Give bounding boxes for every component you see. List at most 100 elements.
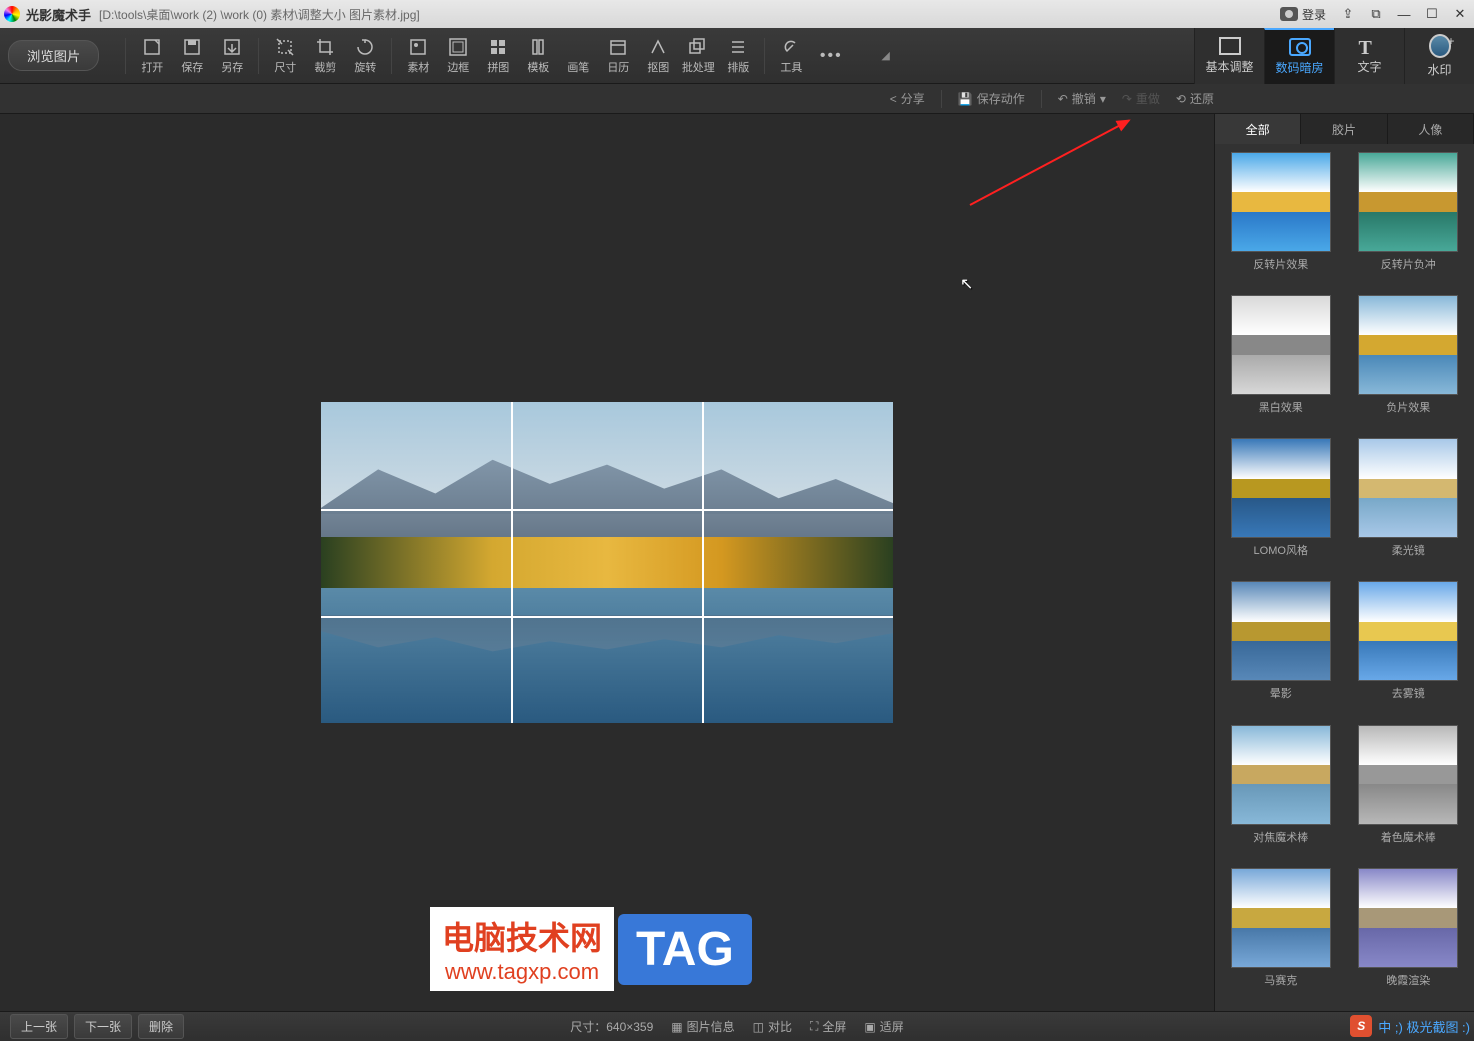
compare-icon: ◫ (753, 1020, 764, 1034)
separator (125, 38, 126, 74)
pin-button[interactable]: ⇪ (1334, 4, 1362, 24)
batch-icon (688, 37, 708, 57)
minimize-button[interactable]: — (1390, 4, 1418, 24)
filter-item-colorize[interactable]: 着色魔术棒 (1351, 725, 1467, 860)
filter-tab-film[interactable]: 胶片 (1301, 114, 1387, 144)
redo-icon: ↷ (1122, 92, 1132, 106)
more-button[interactable]: ••• (811, 32, 851, 80)
crop-icon (315, 37, 335, 57)
restore-down-button[interactable]: ⧉ (1362, 4, 1390, 24)
filter-item-lomo[interactable]: LOMO风格 (1223, 438, 1339, 573)
redo-button: ↷重做 (1122, 90, 1160, 107)
next-image-button[interactable]: 下一张 (74, 1014, 132, 1039)
open-button[interactable]: 打开 (132, 32, 172, 80)
image-dimensions: 尺寸：640×359 (570, 1018, 653, 1035)
filter-item-vivid[interactable]: 反转片效果 (1223, 152, 1339, 287)
filter-item-focus[interactable]: 对焦魔术棒 (1223, 725, 1339, 860)
material-button[interactable]: 素材 (398, 32, 438, 80)
filter-thumbnail (1358, 152, 1458, 252)
filter-item-bw[interactable]: 黑白效果 (1223, 295, 1339, 430)
restore-icon: ⟲ (1176, 92, 1186, 106)
watermark-overlay: 电脑技术网 www.tagxp.com TAG (430, 907, 752, 991)
filter-label: 对焦魔术棒 (1253, 829, 1308, 845)
text-tab[interactable]: T 文字 (1334, 28, 1404, 84)
layout-button[interactable]: 排版 (718, 32, 758, 80)
resize-button[interactable]: 尺寸 (265, 32, 305, 80)
brush-button[interactable]: 画笔 (558, 32, 598, 80)
adjust-icon (1219, 37, 1241, 55)
filter-thumbnail (1231, 868, 1331, 968)
prev-image-button[interactable]: 上一张 (10, 1014, 68, 1039)
watermark-tab[interactable]: 水印 (1404, 28, 1474, 84)
open-icon (142, 37, 162, 57)
text-icon: T (1359, 37, 1381, 55)
browse-images-button[interactable]: 浏览图片 (8, 40, 99, 71)
cutout-button[interactable]: 抠图 (638, 32, 678, 80)
basic-adjust-tab[interactable]: 基本调整 (1194, 28, 1264, 84)
separator (764, 38, 765, 74)
filter-item-dehaze[interactable]: 去雾镜 (1351, 581, 1467, 716)
more-icon: ••• (820, 47, 843, 65)
fullscreen-button[interactable]: ⛶全屏 (810, 1018, 846, 1035)
collage-button[interactable]: 拼图 (478, 32, 518, 80)
save-action-button[interactable]: 💾保存动作 (958, 90, 1025, 107)
filter-item-neg[interactable]: 负片效果 (1351, 295, 1467, 430)
disk-icon: 💾 (958, 92, 973, 106)
login-button[interactable]: 登录 (1272, 6, 1334, 23)
crop-button[interactable]: 裁剪 (305, 32, 345, 80)
main-image[interactable] (321, 402, 893, 723)
undo-button[interactable]: ↶撤销 ▾ (1058, 90, 1106, 107)
batch-button[interactable]: 批处理 (678, 32, 718, 80)
canvas-area[interactable]: ↖ 电脑技术网 www.tagxp.com TAG (0, 114, 1214, 1011)
tools-button[interactable]: 工具 (771, 32, 811, 80)
wrench-icon (781, 37, 801, 57)
cutout-icon (648, 37, 668, 57)
digital-darkroom-tab[interactable]: 数码暗房 (1264, 28, 1334, 84)
filter-thumbnail (1358, 868, 1458, 968)
material-icon (408, 37, 428, 57)
filter-item-soft[interactable]: 柔光镜 (1351, 438, 1467, 573)
compare-button[interactable]: ◫对比 (753, 1018, 792, 1035)
share-button[interactable]: <分享 (890, 90, 925, 107)
filter-tab-all[interactable]: 全部 (1215, 114, 1301, 144)
filter-item-cross[interactable]: 反转片负冲 (1351, 152, 1467, 287)
maximize-button[interactable]: ☐ (1418, 4, 1446, 24)
filter-label: 去雾镜 (1392, 685, 1425, 701)
delete-button[interactable]: 删除 (138, 1014, 184, 1039)
watermark-icon (1429, 34, 1451, 58)
filter-item-mosaic[interactable]: 马赛克 (1223, 868, 1339, 1003)
filter-tab-portrait[interactable]: 人像 (1388, 114, 1474, 144)
restore-button[interactable]: ⟲还原 (1176, 90, 1214, 107)
border-button[interactable]: 边框 (438, 32, 478, 80)
template-icon (528, 37, 548, 57)
resize-icon (275, 37, 295, 57)
rotate-button[interactable]: 旋转 (345, 32, 385, 80)
close-button[interactable]: ✕ (1446, 4, 1474, 24)
ime-indicator: S 中 ;) 极光截图 :) (1350, 1015, 1470, 1037)
filter-thumbnail (1358, 438, 1458, 538)
layout-icon (728, 37, 748, 57)
expand-icon[interactable]: ◢ (881, 49, 889, 62)
template-button[interactable]: 模板 (518, 32, 558, 80)
login-label: 登录 (1302, 6, 1326, 23)
save-icon (182, 37, 202, 57)
filter-item-sunset[interactable]: 晚霞渲染 (1351, 868, 1467, 1003)
calendar-button[interactable]: 日历 (598, 32, 638, 80)
undo-icon: ↶ (1058, 92, 1068, 106)
status-bar: 上一张 下一张 删除 尺寸：640×359 ▦图片信息 ◫对比 ⛶全屏 ▣适屏 (0, 1011, 1474, 1041)
fullscreen-icon: ⛶ (810, 1019, 818, 1034)
fitscreen-button[interactable]: ▣适屏 (864, 1018, 903, 1035)
filter-label: 反转片负冲 (1381, 256, 1436, 272)
filter-thumbnail (1358, 581, 1458, 681)
filter-thumbnail (1231, 581, 1331, 681)
filter-thumbnail (1358, 295, 1458, 395)
filter-label: 马赛克 (1264, 972, 1297, 988)
filter-panel: 全部 胶片 人像 反转片效果 反转片负冲 黑白效果 负片效果 (1214, 114, 1474, 1011)
filter-item-vignette[interactable]: 晕影 (1223, 581, 1339, 716)
image-info-button[interactable]: ▦图片信息 (671, 1018, 734, 1035)
saveas-button[interactable]: 另存 (212, 32, 252, 80)
save-button[interactable]: 保存 (172, 32, 212, 80)
separator (258, 38, 259, 74)
filter-thumbnail (1231, 295, 1331, 395)
app-name: 光影魔术手 (26, 5, 91, 24)
